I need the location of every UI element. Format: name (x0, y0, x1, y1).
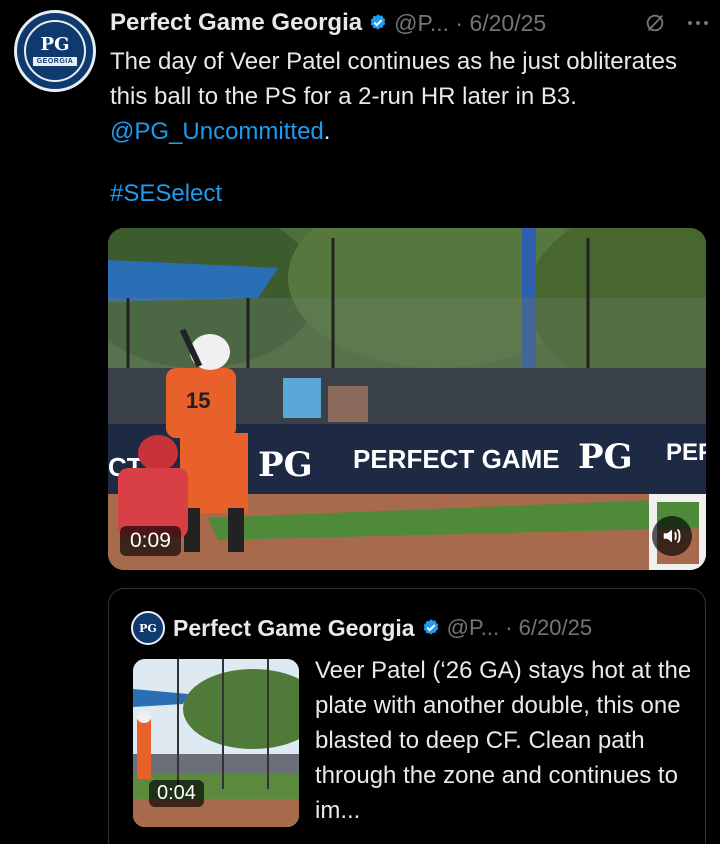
jersey-number: 15 (186, 388, 210, 413)
post-text-end: . (323, 118, 331, 145)
grok-icon[interactable] (644, 12, 666, 34)
quoted-video-thumbnail[interactable]: 0:04 (133, 659, 299, 827)
video-duration: 0:09 (120, 526, 181, 556)
banner-text: PERFECT GAME (353, 444, 560, 474)
verified-badge-icon (370, 14, 386, 30)
author-name[interactable]: Perfect Game Georgia (110, 9, 362, 37)
quoted-author-name[interactable]: Perfect Game Georgia (173, 615, 415, 642)
avatar-logo-text: PG (40, 34, 70, 55)
quoted-post[interactable]: PG Perfect Game Georgia @P... · 6/20/25 … (108, 588, 706, 844)
video-player[interactable]: CT PG PERFECT GAME PG PEF 15 0:09 (108, 228, 706, 570)
more-icon[interactable] (686, 11, 710, 35)
avatar-logo-badge: GEORGIA (32, 57, 78, 66)
mention-link[interactable]: @PG_Uncommitted (110, 118, 324, 145)
hashtag-link[interactable]: #SESelect (110, 180, 222, 208)
post-header: Perfect Game Georgia @P... · 6/20/25 (110, 8, 710, 38)
banner-text-right: PEF (666, 439, 706, 466)
verified-badge-icon (423, 619, 438, 635)
volume-icon (663, 528, 681, 544)
quoted-post-header: Perfect Game Georgia @P... · 6/20/25 (173, 611, 592, 645)
quoted-video-duration: 0:04 (149, 780, 204, 807)
author-handle-date[interactable]: @P... · 6/20/25 (394, 10, 546, 37)
post-text-body: The day of Veer Patel continues as he ju… (110, 48, 678, 110)
banner-logo-2: PG (578, 437, 633, 477)
banner-logo: PG (258, 445, 313, 485)
mute-button[interactable] (652, 516, 692, 556)
quoted-post-text: Veer Patel (‘26 GA) stays hot at the pla… (315, 657, 692, 824)
quoted-author-handle-date[interactable]: @P... · 6/20/25 (447, 615, 592, 641)
quoted-author-avatar[interactable]: PG (131, 611, 165, 645)
video-frame: CT PG PERFECT GAME PG PEF 15 (108, 228, 706, 570)
author-avatar[interactable]: PG GEORGIA (14, 10, 96, 92)
post-text: The day of Veer Patel continues as he ju… (110, 44, 710, 149)
avatar-logo: PG GEORGIA (24, 20, 86, 82)
